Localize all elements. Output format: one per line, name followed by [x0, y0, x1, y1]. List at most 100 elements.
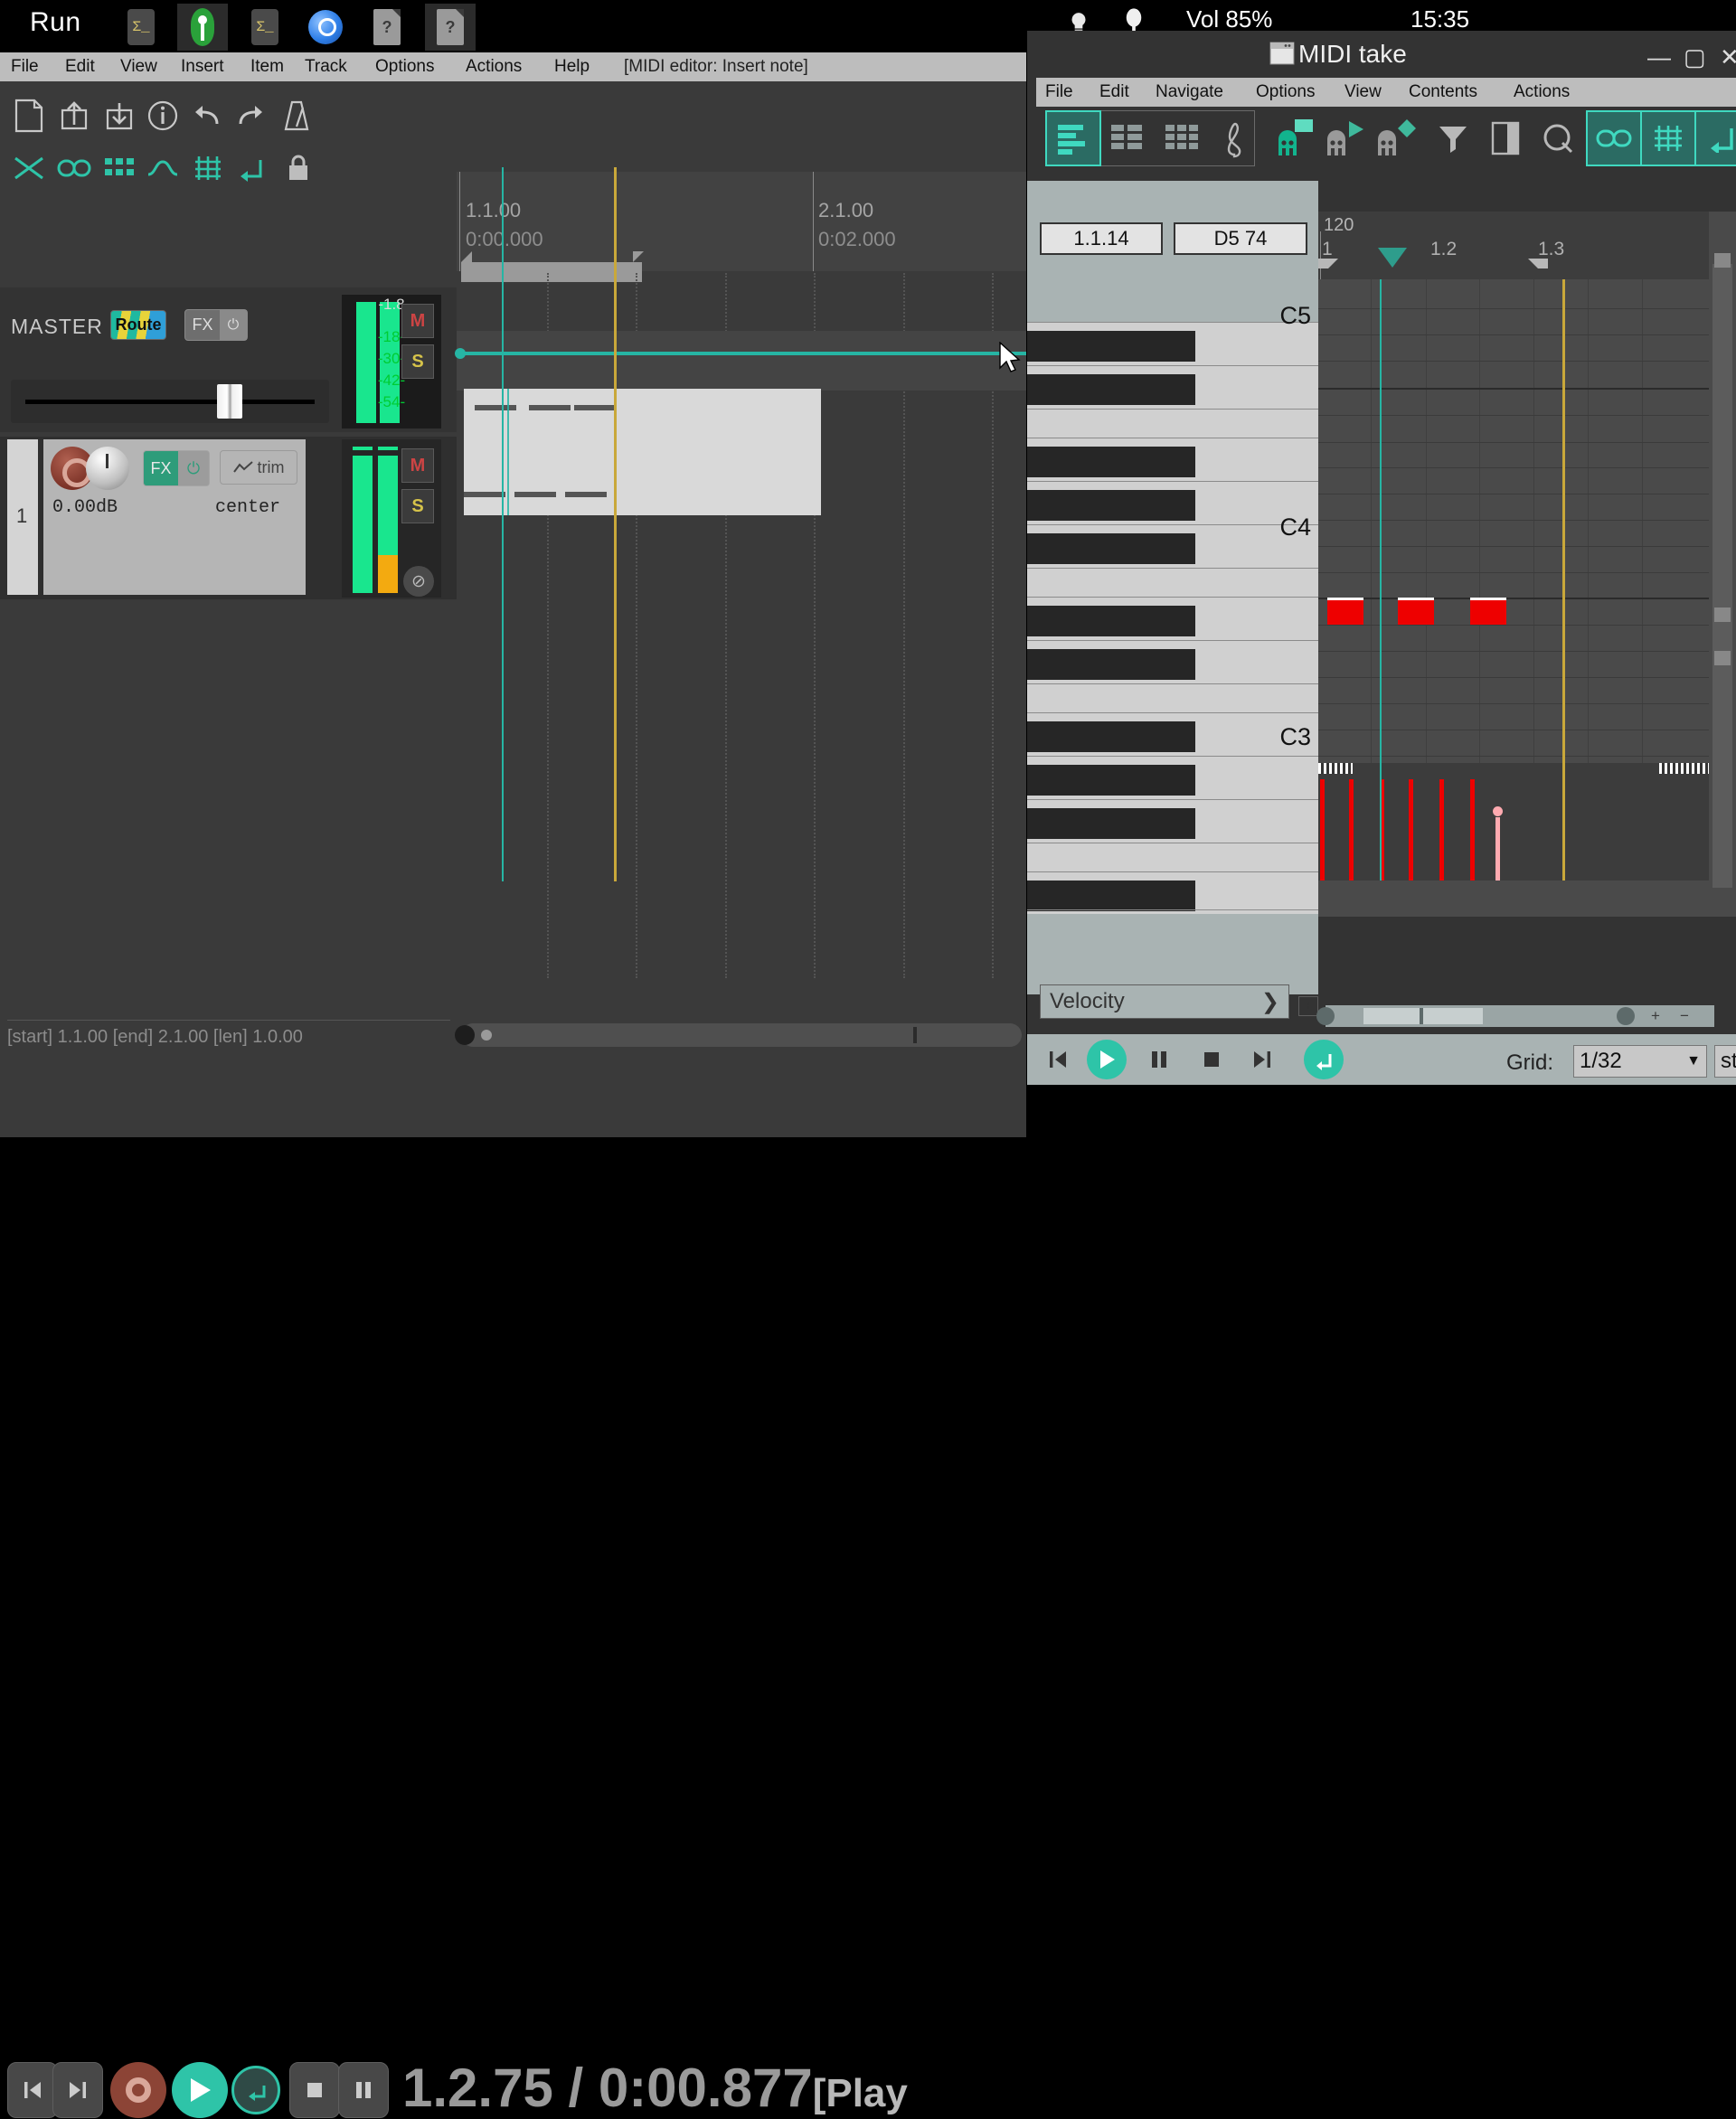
menu-track[interactable]: Track [305, 57, 347, 77]
terminal-icon[interactable] [116, 4, 166, 51]
new-project-icon[interactable] [4, 90, 54, 141]
velocity-lane-selector[interactable]: Velocity ❯ [1040, 984, 1289, 1019]
pause-icon[interactable] [338, 2062, 389, 2118]
master-solo-button[interactable]: S [401, 344, 434, 379]
add-lane-button[interactable]: + [1298, 996, 1318, 1016]
piano-roll-view-icon[interactable] [1045, 110, 1101, 166]
roll-ruler[interactable]: 120 1 1.2 1.3 [1318, 212, 1709, 279]
menu-actions[interactable]: Actions [466, 57, 522, 77]
terminal-icon[interactable] [240, 4, 290, 51]
master-route-button[interactable]: Route [110, 310, 166, 340]
master-fx-button[interactable]: FX ⏻ [184, 309, 248, 341]
document-question-icon[interactable]: ? [362, 4, 412, 51]
piano-keyboard[interactable]: C5 C4 C3 [1027, 302, 1318, 914]
midi-menu-actions[interactable]: Actions [1514, 82, 1570, 102]
master-volume-fader[interactable] [11, 380, 329, 423]
note-value-field[interactable]: D5 74 [1174, 222, 1307, 255]
menu-file[interactable]: File [11, 57, 39, 77]
power-icon[interactable]: ⏻ [178, 451, 209, 485]
track-mute-button[interactable]: M [401, 448, 434, 483]
minimize-icon[interactable]: — [1647, 43, 1671, 71]
go-to-start-icon[interactable] [1038, 1041, 1078, 1078]
stop-icon[interactable] [1192, 1041, 1231, 1078]
stop-icon[interactable] [289, 2062, 340, 2118]
ch3-icon[interactable] [1371, 112, 1423, 165]
fader-handle[interactable] [217, 384, 242, 419]
midi-note[interactable] [1398, 598, 1434, 625]
velocity-lane[interactable] [1318, 763, 1709, 881]
play-icon[interactable] [172, 2062, 228, 2118]
midi-note[interactable] [1327, 598, 1363, 625]
midi-item[interactable] [464, 389, 821, 515]
midi-menu-contents[interactable]: Contents [1409, 82, 1477, 102]
track-number[interactable]: 1 [7, 439, 38, 595]
menu-view[interactable]: View [120, 57, 157, 77]
repeat-icon[interactable] [1304, 1040, 1344, 1079]
velocity-lane-handle-right[interactable] [1659, 763, 1709, 774]
menu-insert[interactable]: Insert [181, 57, 224, 77]
midi-menu-options[interactable]: Options [1256, 82, 1315, 102]
play-icon[interactable] [1087, 1040, 1127, 1079]
arrange-view[interactable]: 120 1.1.00 0:00.000 2.1.00 0:02.000 [455, 81, 1026, 1047]
transport-position[interactable]: 1.2.75 / 0:00.877[Play [402, 2057, 908, 2119]
automation-icon[interactable] [137, 143, 188, 193]
redo-icon[interactable] [226, 90, 277, 141]
volume-indicator[interactable]: Vol 85% [1186, 5, 1272, 33]
named-notes-view-icon[interactable] [1101, 112, 1154, 165]
browser-orb-icon[interactable] [300, 4, 351, 51]
lock-icon[interactable] [273, 143, 324, 193]
horizontal-scrollbar[interactable] [455, 1023, 1022, 1047]
midi-menu-view[interactable]: View [1344, 82, 1382, 102]
document-question-icon[interactable]: ? [425, 4, 476, 51]
link-icon[interactable] [1586, 110, 1642, 166]
run-label[interactable]: Run [30, 7, 81, 38]
crossfade-icon[interactable] [4, 143, 54, 193]
metronome-icon[interactable] [271, 90, 322, 141]
midi-menu-file[interactable]: File [1045, 82, 1073, 102]
go-to-end-icon[interactable] [1242, 1041, 1282, 1078]
link-icon[interactable] [49, 143, 99, 193]
timeline-ruler[interactable]: 120 1.1.00 0:00.000 2.1.00 0:02.000 [457, 172, 1026, 285]
repeat-icon[interactable] [231, 2066, 280, 2114]
event-list-view-icon[interactable] [1156, 112, 1208, 165]
grid-size-select[interactable]: 1/32 ▼ [1573, 1045, 1707, 1078]
chevron-down-icon[interactable]: ▼ [1686, 1053, 1701, 1069]
undo-icon[interactable] [181, 90, 231, 141]
ch1-icon[interactable] [1269, 112, 1322, 165]
midi-menu-navigate[interactable]: Navigate [1156, 82, 1223, 102]
close-icon[interactable]: ✕ [1720, 43, 1736, 71]
roll-grid[interactable] [1318, 279, 1709, 844]
go-to-end-icon[interactable] [52, 2062, 103, 2118]
key-icon[interactable] [177, 4, 228, 51]
power-icon[interactable]: ⏻ [220, 310, 247, 340]
swing-select[interactable]: straight ▼ [1714, 1045, 1736, 1078]
loop-icon[interactable] [226, 143, 277, 193]
track-pan-value[interactable]: center [215, 497, 280, 518]
horizontal-scrollbar[interactable]: + − [1316, 1005, 1714, 1027]
midi-note[interactable] [1470, 598, 1506, 625]
track-solo-button[interactable]: S [401, 489, 434, 523]
pause-icon[interactable] [1139, 1041, 1179, 1078]
velocity-lane-handle-left[interactable] [1318, 763, 1353, 774]
track-volume-knob[interactable] [86, 447, 129, 490]
midi-menu-edit[interactable]: Edit [1099, 82, 1129, 102]
track-volume-value[interactable]: 0.00dB [52, 497, 118, 518]
notation-view-icon[interactable] [1208, 112, 1260, 165]
panel-icon[interactable] [1479, 112, 1532, 165]
track-fx-button[interactable]: FX ⏻ [143, 450, 210, 486]
menu-options[interactable]: Options [375, 57, 434, 77]
record-icon[interactable] [110, 2062, 166, 2118]
open-project-icon[interactable] [49, 90, 99, 141]
vertical-scrollbar[interactable] [1712, 253, 1732, 888]
maximize-icon[interactable]: ▢ [1684, 43, 1706, 71]
phase-invert-button[interactable]: ⊘ [403, 566, 434, 597]
menu-help[interactable]: Help [554, 57, 590, 77]
ch2-icon[interactable] [1320, 112, 1373, 165]
chevron-right-icon[interactable]: ❯ [1261, 989, 1279, 1015]
grid-icon[interactable] [1640, 110, 1696, 166]
loop-repeat-icon[interactable] [1694, 110, 1736, 166]
menu-item[interactable]: Item [250, 57, 284, 77]
loop-icon[interactable] [1532, 112, 1584, 165]
position-field[interactable]: 1.1.14 [1040, 222, 1163, 255]
go-to-start-icon[interactable] [7, 2062, 58, 2118]
